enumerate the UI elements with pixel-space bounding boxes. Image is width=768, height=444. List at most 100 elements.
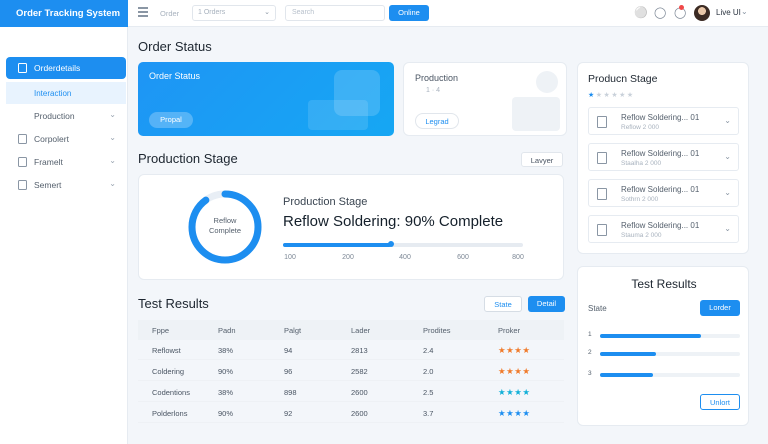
stage-progress-fill [283, 243, 391, 247]
table-cell: 2600 [351, 409, 368, 418]
stage-status: Reflow Soldering: 90% Complete [283, 213, 504, 230]
column-header[interactable]: Proker [498, 326, 520, 335]
chevron-down-icon[interactable]: ⌄ [741, 7, 748, 16]
bar-index: 1 [588, 331, 592, 338]
table-row[interactable]: Reflowst 38% 94 2813 2.4 ★★★★ [138, 340, 564, 360]
decor-shape [308, 100, 368, 130]
tick-label: 600 [457, 254, 469, 261]
avatar[interactable] [694, 5, 710, 21]
rating-stars: ★★★★★★ [588, 91, 635, 99]
rating-stars: ★★★★ [498, 366, 531, 376]
list-item-title: Reflow Soldering... 01 [621, 149, 700, 158]
layer-button[interactable]: Lavyer [521, 152, 563, 167]
state-label: State [588, 304, 607, 313]
table-cell: 92 [284, 409, 293, 418]
table-cell: 38% [218, 346, 234, 355]
table-cell: 90% [218, 367, 234, 376]
column-header[interactable]: Fppe [152, 326, 169, 335]
panel-title: Producn Stage [588, 73, 658, 85]
table-cell: 898 [284, 388, 297, 397]
tick-label: 400 [399, 254, 411, 261]
result-bar: 1 [588, 331, 740, 341]
list-item-sub: Stauma 2 000 [621, 232, 662, 239]
rating-stars: ★★★★ [498, 408, 531, 418]
report-icon [18, 134, 27, 144]
state-toggle[interactable]: State [484, 296, 522, 312]
document-icon [597, 188, 607, 200]
list-item-title: Reflow Soldering... 01 [621, 221, 700, 230]
table-cell: Reflowst [152, 346, 181, 355]
order-status-heading: Order Status [138, 39, 212, 54]
notification-badge [679, 5, 684, 10]
table-row[interactable]: Polderlons 90% 92 2600 3.7 ★★★★ [138, 403, 564, 423]
list-item-title: Reflow Soldering... 01 [621, 185, 700, 194]
sidebar-item-semert[interactable]: Semert ⌄ [6, 174, 126, 196]
hamburger-menu-icon[interactable] [138, 7, 148, 19]
stage-progress-knob[interactable] [388, 241, 394, 247]
app-brand: Order Tracking System [0, 0, 128, 27]
rating-stars: ★★★★ [498, 387, 531, 397]
filter-label: Order [160, 9, 180, 18]
table-row[interactable]: Codentions 38% 898 2600 2.5 ★★★★ [138, 382, 564, 402]
table-cell: 2813 [351, 346, 368, 355]
list-item[interactable]: Reflow Soldering... 01 Reflow 2 000 ⌄ [588, 107, 739, 135]
chevron-down-icon[interactable]: ⌄ [724, 152, 731, 161]
top-bar: Order Tracking System Order 1 Orders ⌄ S… [0, 0, 768, 27]
list-item[interactable]: Reflow Soldering... 01 Staalha 2 000 ⌄ [588, 143, 739, 171]
hero-label: Order Status [149, 71, 201, 81]
document-icon [597, 152, 607, 164]
list-item-sub: Staalha 2 000 [621, 160, 662, 167]
chevron-down-icon[interactable]: ⌄ [724, 224, 731, 233]
lorder-button[interactable]: Lorder [700, 300, 740, 316]
production-label: Production [415, 73, 459, 83]
user-name[interactable]: Live UI [716, 8, 741, 17]
sidebar-item-framelt[interactable]: Framelt ⌄ [6, 151, 126, 173]
column-header[interactable]: Palgt [284, 326, 301, 335]
sidebar-item-orderdetails[interactable]: Orderdetails [6, 57, 126, 79]
chevron-down-icon: ⌄ [109, 133, 116, 142]
orders-icon [18, 63, 27, 73]
table-cell: Coldering [152, 367, 185, 376]
production-stage-panel: Producn Stage ★★★★★★ Reflow Soldering...… [577, 62, 749, 254]
bar-index: 3 [588, 370, 592, 377]
search-input[interactable]: Search [285, 5, 385, 21]
table-cell: 3.7 [423, 409, 434, 418]
tick-label: 200 [342, 254, 354, 261]
order-select-value: 1 Orders [198, 9, 226, 16]
bell-icon[interactable]: ⚪ [634, 6, 648, 20]
order-select[interactable]: 1 Orders ⌄ [192, 5, 276, 21]
legrad-button[interactable]: Legrad [415, 113, 459, 129]
list-item[interactable]: Reflow Soldering... 01 Stauma 2 000 ⌄ [588, 215, 739, 243]
table-cell: 2.0 [423, 367, 434, 376]
table-cell: 94 [284, 346, 293, 355]
chevron-down-icon[interactable]: ⌄ [724, 188, 731, 197]
list-item-sub: Sothrn 2 000 [621, 196, 659, 203]
sidebar-subitem-interaction[interactable]: Interaction [6, 82, 126, 104]
list-item-title: Reflow Soldering... 01 [621, 113, 700, 122]
table-row[interactable]: Coldering 90% 96 2582 2.0 ★★★★ [138, 361, 564, 381]
online-button[interactable]: Online [389, 5, 429, 21]
panel-title: Test Results [631, 277, 697, 291]
document-icon [597, 224, 607, 236]
column-header[interactable]: Lader [351, 326, 370, 335]
document-icon [597, 116, 607, 128]
table-header: Fppe Padn Palgt Lader Prodites Proker [138, 320, 564, 340]
table-cell: 2582 [351, 367, 368, 376]
list-item[interactable]: Reflow Soldering... 01 Sothrn 2 000 ⌄ [588, 179, 739, 207]
column-header[interactable]: Padn [218, 326, 236, 335]
order-status-hero-card[interactable]: Order Status Propal [138, 62, 394, 136]
bar-fill [600, 352, 656, 356]
propal-button[interactable]: Propal [149, 112, 193, 128]
test-results-table: Fppe Padn Palgt Lader Prodites Proker Re… [138, 320, 564, 426]
detail-toggle[interactable]: Detail [528, 296, 565, 312]
column-header[interactable]: Prodites [423, 326, 451, 335]
chevron-down-icon[interactable]: ⌄ [724, 116, 731, 125]
sidebar-item-corpolert[interactable]: Corpolert ⌄ [6, 128, 126, 150]
chevron-down-icon: ⌄ [264, 9, 270, 16]
unlort-button[interactable]: Unlort [700, 394, 740, 410]
notification-icon[interactable]: ◯ [654, 6, 666, 20]
sidebar-item-production[interactable]: Production ⌄ [6, 105, 126, 127]
table-cell: 2600 [351, 388, 368, 397]
production-mini-card[interactable]: Production 1 · 4 Legrad [403, 62, 567, 136]
test-results-heading: Test Results [138, 296, 209, 311]
